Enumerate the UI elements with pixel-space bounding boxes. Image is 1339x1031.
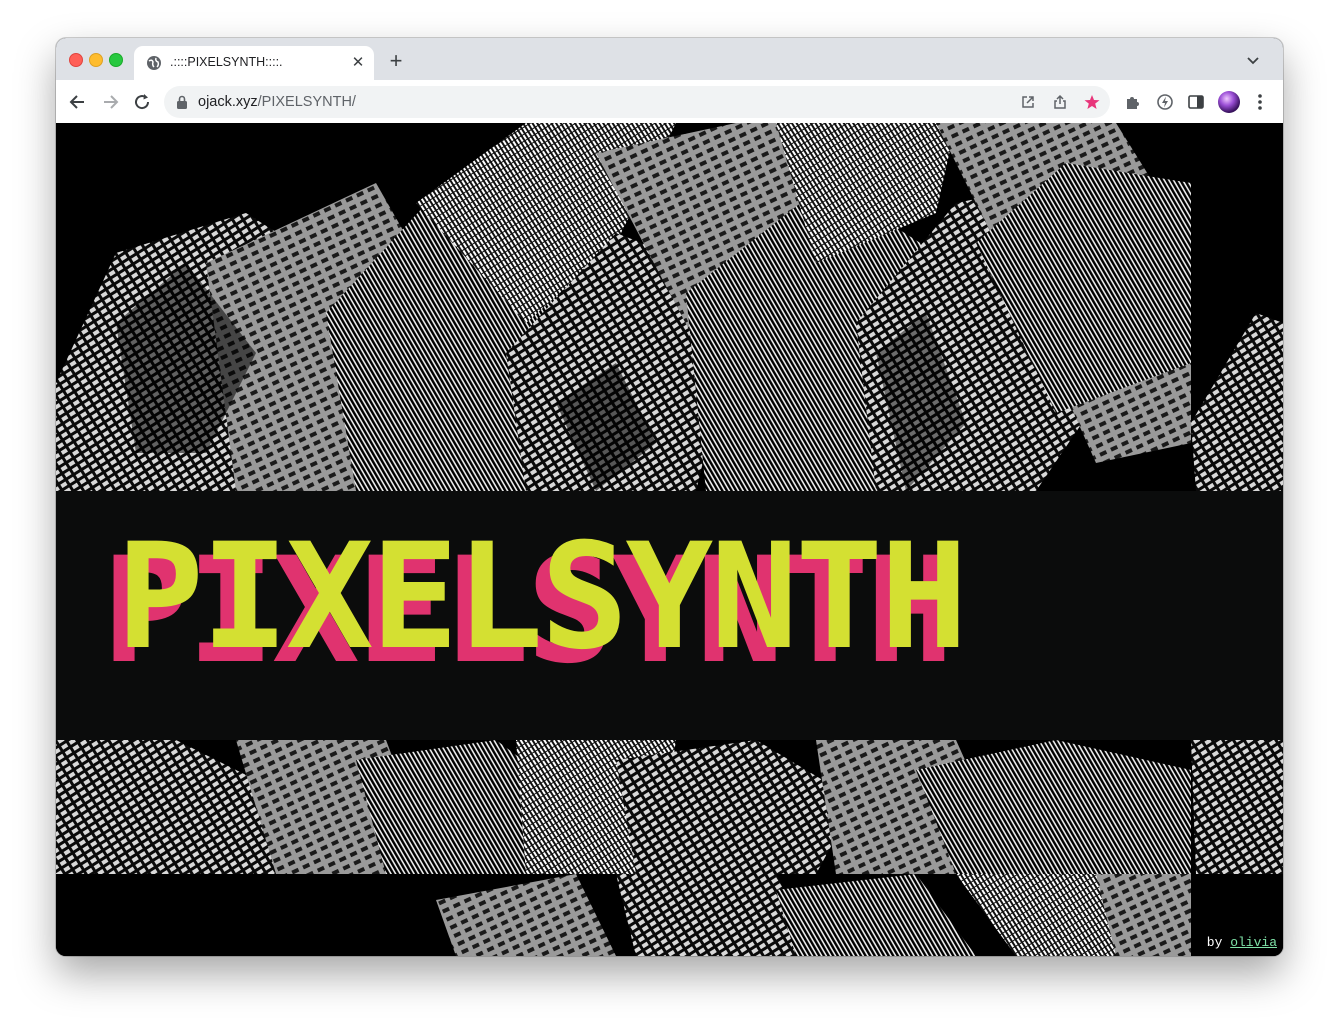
url-path: /PIXELSYNTH/ [257,94,356,110]
bookmark-star-icon[interactable] [1084,94,1100,110]
close-tab-icon[interactable]: ✕ [350,55,366,71]
tab-title: .::::PIXELSYNTH::::. [170,55,283,69]
side-panel-icon[interactable] [1187,93,1205,111]
extensions-icon[interactable] [1124,93,1142,111]
zoom-window-button[interactable] [109,53,123,67]
open-in-new-icon[interactable] [1020,94,1036,110]
credit: by olivia [1207,935,1277,950]
glitch-image-bottom: by olivia [56,740,1283,956]
page-content: PIXELSYNTH PIXELSYNTH by olivia [56,123,1283,956]
credit-prefix: by [1206,935,1231,950]
url-domain: ojack.xyz [198,94,258,110]
browser-window: .::::PIXELSYNTH::::. ✕ + ojack.xyz/PIXEL… [56,38,1283,956]
tab-bar: .::::PIXELSYNTH::::. ✕ + [56,38,1283,80]
toolbar: ojack.xyz/PIXELSYNTH/ [56,80,1283,124]
reload-icon[interactable] [132,92,152,112]
tab-pixelsynth[interactable]: .::::PIXELSYNTH::::. ✕ [134,46,374,80]
back-icon[interactable] [68,92,88,112]
page-title: PIXELSYNTH [116,512,968,682]
lock-icon[interactable] [176,95,188,109]
globe-icon [147,56,161,70]
profile-avatar[interactable] [1218,91,1240,113]
extension-icon[interactable] [1156,93,1174,111]
glitch-image-top [56,123,1283,491]
close-window-button[interactable] [69,53,83,67]
minimize-window-button[interactable] [89,53,103,67]
address-bar[interactable]: ojack.xyz/PIXELSYNTH/ [164,86,1110,118]
share-icon[interactable] [1052,94,1068,110]
more-menu-icon[interactable] [1254,92,1266,112]
chevron-down-icon[interactable] [1245,52,1261,68]
new-tab-button[interactable]: + [386,50,406,72]
url-text: ojack.xyz/PIXELSYNTH/ [198,94,356,110]
forward-icon[interactable] [100,92,120,112]
title-banner: PIXELSYNTH PIXELSYNTH [56,491,1283,740]
credit-link[interactable]: olivia [1230,935,1277,950]
